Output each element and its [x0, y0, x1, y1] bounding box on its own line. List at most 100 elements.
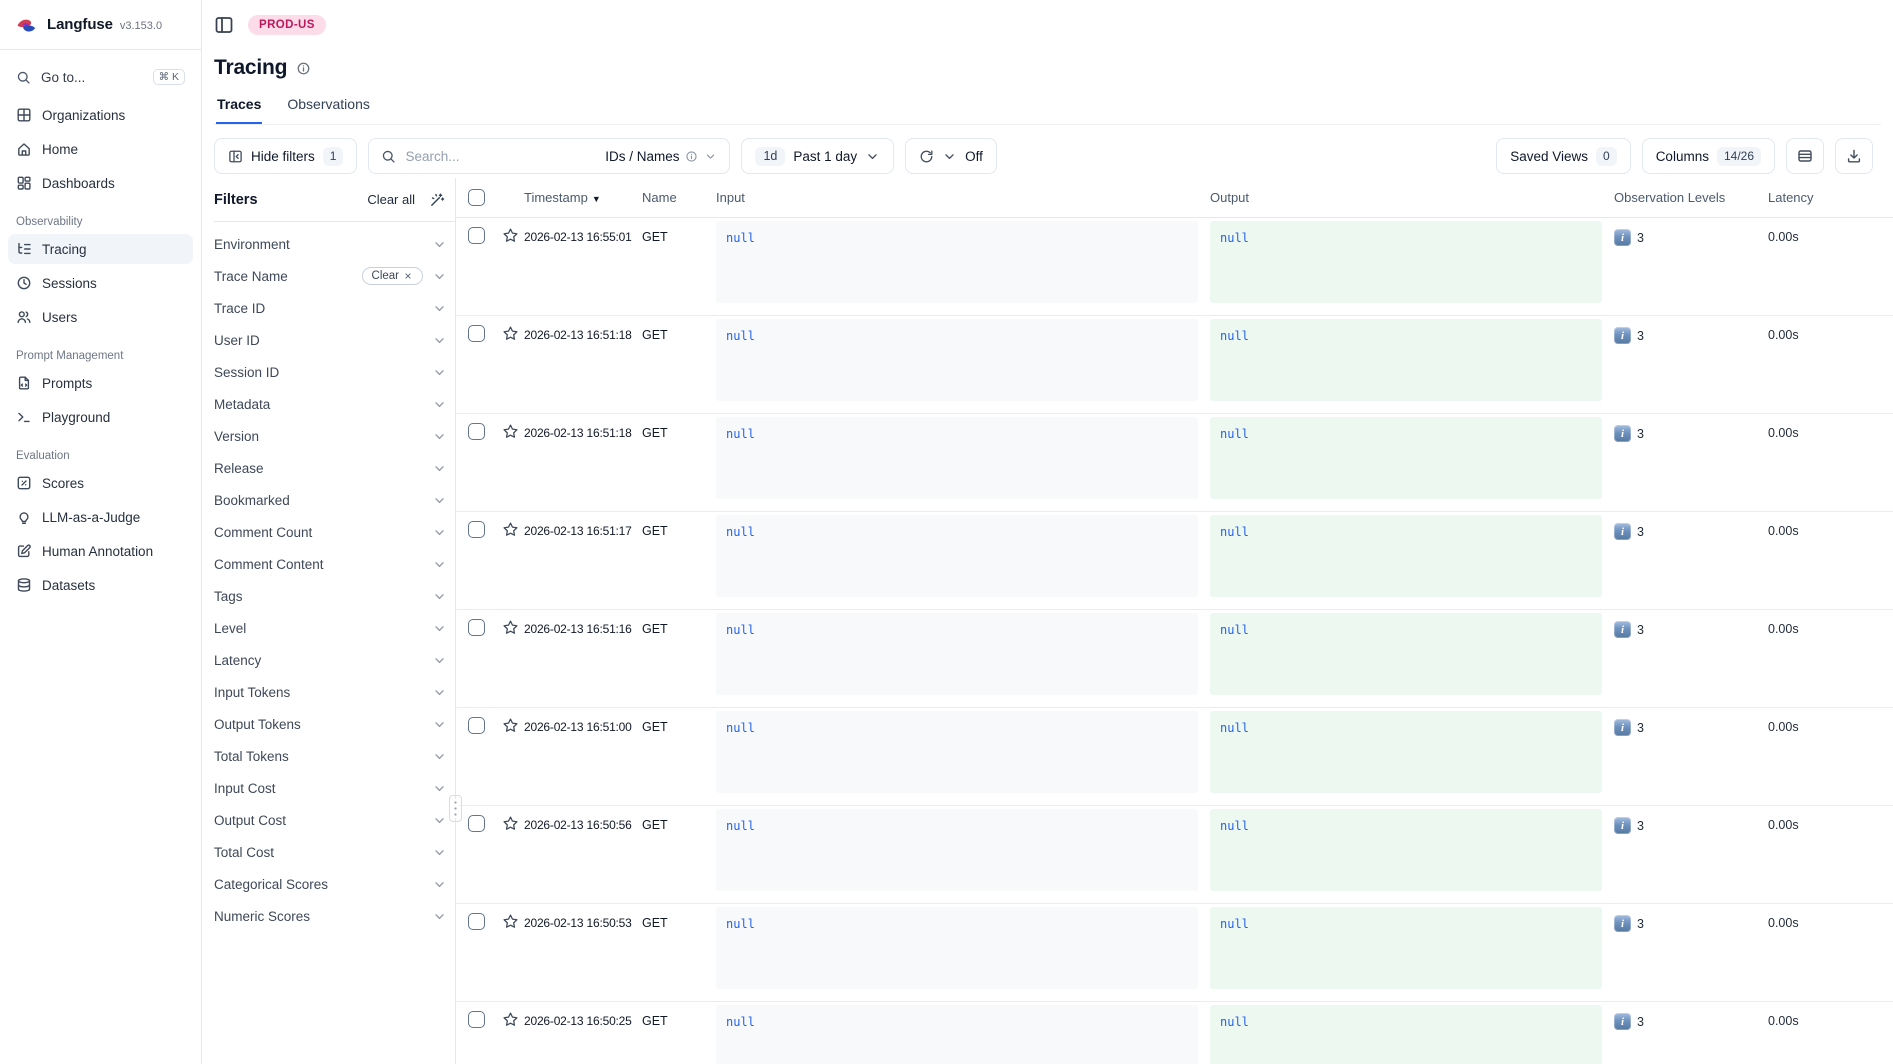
row-checkbox[interactable] — [468, 717, 485, 734]
select-all-checkbox[interactable] — [468, 189, 485, 206]
filter-row[interactable]: User ID — [214, 324, 455, 356]
filter-row[interactable]: Output Tokens — [214, 708, 455, 740]
bookmark-star-icon[interactable] — [502, 815, 519, 832]
filter-row[interactable]: Environment — [214, 228, 455, 260]
tab-traces[interactable]: Traces — [216, 92, 262, 124]
goto-search[interactable]: Go to... ⌘ K — [8, 60, 193, 94]
row-output-cell[interactable]: null — [1210, 904, 1614, 1001]
filter-row[interactable]: Release — [214, 452, 455, 484]
bookmark-star-icon[interactable] — [502, 1011, 519, 1028]
bookmark-star-icon[interactable] — [502, 913, 519, 930]
sidebar-item[interactable]: Home — [8, 134, 193, 164]
filter-row[interactable]: Comment Count — [214, 516, 455, 548]
info-icon[interactable] — [296, 61, 311, 76]
filter-row[interactable]: Level — [214, 612, 455, 644]
sidebar-item[interactable]: Prompts — [8, 368, 193, 398]
row-checkbox[interactable] — [468, 619, 485, 636]
row-output-cell[interactable]: null — [1210, 414, 1614, 511]
col-header-input[interactable]: Input — [716, 190, 1210, 205]
table-row[interactable]: 2026-02-13 16:50:25 GET null null i 3 — [456, 1002, 1893, 1064]
bookmark-star-icon[interactable] — [502, 619, 519, 636]
filter-row[interactable]: Trace ID — [214, 292, 455, 324]
filter-row[interactable]: Bookmarked — [214, 484, 455, 516]
row-input-cell[interactable]: null — [716, 708, 1210, 805]
filter-row[interactable]: Total Tokens — [214, 740, 455, 772]
row-output-cell[interactable]: null — [1210, 806, 1614, 903]
row-output-cell[interactable]: null — [1210, 218, 1614, 315]
bookmark-star-icon[interactable] — [502, 423, 519, 440]
row-input-cell[interactable]: null — [716, 512, 1210, 609]
clear-filter-pill[interactable]: Clear — [362, 267, 423, 285]
environment-badge[interactable]: PROD-US — [248, 15, 326, 35]
sidebar-item[interactable]: Human Annotation — [8, 536, 193, 566]
filter-row[interactable]: Total Cost — [214, 836, 455, 868]
time-range-button[interactable]: 1d Past 1 day — [741, 138, 894, 174]
row-input-cell[interactable]: null — [716, 218, 1210, 315]
tab-observations[interactable]: Observations — [286, 92, 370, 124]
row-input-cell[interactable]: null — [716, 610, 1210, 707]
saved-views-button[interactable]: Saved Views 0 — [1496, 138, 1630, 174]
filter-row[interactable]: Session ID — [214, 356, 455, 388]
filter-row[interactable]: Output Cost — [214, 804, 455, 836]
row-checkbox[interactable] — [468, 325, 485, 342]
row-checkbox[interactable] — [468, 521, 485, 538]
filter-row[interactable]: Input Tokens — [214, 676, 455, 708]
table-row[interactable]: 2026-02-13 16:51:18 GET null null i 3 — [456, 414, 1893, 512]
filter-row[interactable]: Input Cost — [214, 772, 455, 804]
sidebar-item[interactable]: Organizations — [8, 100, 193, 130]
clear-all-filters[interactable]: Clear all — [367, 192, 415, 207]
columns-button[interactable]: Columns 14/26 — [1642, 138, 1775, 174]
table-row[interactable]: 2026-02-13 16:50:56 GET null null i 3 — [456, 806, 1893, 904]
export-button[interactable] — [1835, 138, 1873, 174]
bookmark-star-icon[interactable] — [502, 325, 519, 342]
bookmark-star-icon[interactable] — [502, 521, 519, 538]
row-checkbox[interactable] — [468, 1011, 485, 1028]
row-checkbox[interactable] — [468, 815, 485, 832]
table-row[interactable]: 2026-02-13 16:50:53 GET null null i 3 — [456, 904, 1893, 1002]
filter-row[interactable]: Metadata — [214, 388, 455, 420]
table-row[interactable]: 2026-02-13 16:51:18 GET null null i 3 — [456, 316, 1893, 414]
search-mode-dropdown[interactable]: IDs / Names — [605, 149, 717, 164]
panel-resize-handle[interactable] — [449, 795, 462, 822]
row-input-cell[interactable]: null — [716, 414, 1210, 511]
col-header-timestamp[interactable]: Timestamp▼ — [524, 190, 642, 205]
filter-row[interactable]: Latency — [214, 644, 455, 676]
col-header-latency[interactable]: Latency — [1754, 190, 1893, 205]
row-input-cell[interactable]: null — [716, 316, 1210, 413]
row-checkbox[interactable] — [468, 913, 485, 930]
filter-row[interactable]: Numeric Scores — [214, 900, 455, 932]
search-input[interactable] — [405, 149, 596, 164]
table-row[interactable]: 2026-02-13 16:51:17 GET null null i 3 — [456, 512, 1893, 610]
filter-row[interactable]: Categorical Scores — [214, 868, 455, 900]
hide-filters-button[interactable]: Hide filters 1 — [214, 138, 357, 174]
col-header-output[interactable]: Output — [1210, 190, 1614, 205]
sidebar-item[interactable]: LLM-as-a-Judge — [8, 502, 193, 532]
row-checkbox[interactable] — [468, 227, 485, 244]
row-input-cell[interactable]: null — [716, 1002, 1210, 1064]
row-output-cell[interactable]: null — [1210, 1002, 1614, 1064]
sidebar-item[interactable]: Users — [8, 302, 193, 332]
auto-refresh-button[interactable]: Off — [905, 138, 997, 174]
row-input-cell[interactable]: null — [716, 806, 1210, 903]
row-output-cell[interactable]: null — [1210, 708, 1614, 805]
sidebar-item[interactable]: Sessions — [8, 268, 193, 298]
sidebar-item[interactable]: Dashboards — [8, 168, 193, 198]
filter-row[interactable]: Version — [214, 420, 455, 452]
panel-toggle-icon[interactable] — [214, 15, 234, 35]
col-header-name[interactable]: Name — [642, 190, 716, 205]
wand-icon[interactable] — [429, 192, 445, 208]
col-header-observation-levels[interactable]: Observation Levels — [1614, 190, 1754, 205]
row-checkbox[interactable] — [468, 423, 485, 440]
sidebar-item[interactable]: Datasets — [8, 570, 193, 600]
filter-row[interactable]: Tags — [214, 580, 455, 612]
filter-row[interactable]: Comment Content — [214, 548, 455, 580]
bookmark-star-icon[interactable] — [502, 717, 519, 734]
row-output-cell[interactable]: null — [1210, 610, 1614, 707]
filter-row[interactable]: Trace Name Clear — [214, 260, 455, 292]
sidebar-item[interactable]: Playground — [8, 402, 193, 432]
search-box[interactable]: IDs / Names — [368, 138, 730, 174]
sidebar-item[interactable]: Scores — [8, 468, 193, 498]
sidebar-item[interactable]: Tracing — [8, 234, 193, 264]
table-row[interactable]: 2026-02-13 16:55:01 GET null null i 3 — [456, 218, 1893, 316]
table-row[interactable]: 2026-02-13 16:51:16 GET null null i 3 — [456, 610, 1893, 708]
